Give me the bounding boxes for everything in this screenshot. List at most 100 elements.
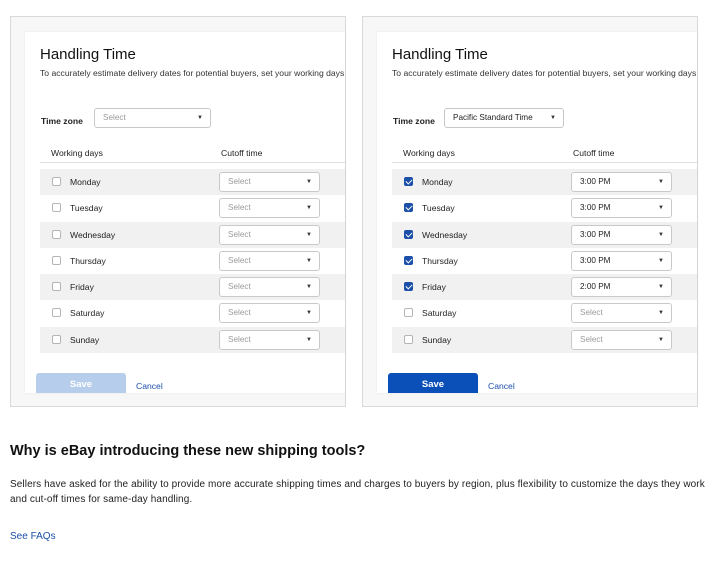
day-label: Saturday xyxy=(70,308,105,319)
handling-time-card: Handling Time To accurately estimate del… xyxy=(377,32,697,393)
day-row: Tuesday 3:00 PM ▼ xyxy=(392,195,697,221)
day-row: Sunday Select ▼ xyxy=(392,326,697,354)
day-label: Tuesday xyxy=(70,203,103,214)
caret-down-icon: ▼ xyxy=(306,205,312,212)
caret-down-icon: ▼ xyxy=(658,257,664,264)
see-faqs-link[interactable]: See FAQs xyxy=(10,531,56,542)
day-label: Monday xyxy=(70,177,101,187)
cutoff-select-value: Select xyxy=(228,255,251,265)
caret-down-icon: ▼ xyxy=(306,231,312,238)
save-button[interactable]: Save xyxy=(388,373,478,393)
cutoff-select[interactable]: Select ▼ xyxy=(219,329,320,350)
cutoff-select-value: Select xyxy=(580,308,603,318)
cutoff-select-value: Select xyxy=(580,334,603,344)
day-label: Thursday xyxy=(422,255,458,266)
cutoff-select[interactable]: Select ▼ xyxy=(219,224,320,245)
day-row: Thursday 3:00 PM ▼ xyxy=(392,248,697,274)
day-row: Saturday Select ▼ xyxy=(392,300,697,326)
caret-down-icon: ▼ xyxy=(197,115,203,121)
caret-down-icon: ▼ xyxy=(658,179,664,185)
day-checkbox[interactable] xyxy=(52,229,61,239)
day-checkbox[interactable] xyxy=(52,308,61,318)
card-description: To accurately estimate delivery dates fo… xyxy=(392,68,697,78)
cutoff-select-value: Select xyxy=(228,203,251,213)
handling-time-screenshot-filled: Handling Time To accurately estimate del… xyxy=(362,16,698,407)
day-row: Tuesday Select ▼ xyxy=(40,195,345,221)
cutoff-select-value: Select xyxy=(228,308,251,318)
caret-down-icon: ▼ xyxy=(306,336,312,343)
day-row: Wednesday Select ▼ xyxy=(40,221,345,248)
day-checkbox-checked[interactable] xyxy=(404,177,413,186)
day-checkbox-checked[interactable] xyxy=(404,282,413,292)
card-title: Handling Time xyxy=(392,46,488,63)
cutoff-select-value: Select xyxy=(228,282,251,292)
day-checkbox[interactable] xyxy=(52,282,61,292)
cutoff-select[interactable]: Select ▼ xyxy=(219,172,320,192)
timezone-select[interactable]: Pacific Standard Time ▼ xyxy=(444,108,564,128)
cutoff-time-header: Cutoff time xyxy=(573,148,615,158)
cutoff-select[interactable]: Select ▼ xyxy=(571,303,672,324)
timezone-select[interactable]: Select ▼ xyxy=(94,108,211,128)
card-description: To accurately estimate delivery dates fo… xyxy=(40,68,345,78)
cutoff-select[interactable]: 3:00 PM ▼ xyxy=(571,198,672,219)
card-title: Handling Time xyxy=(40,46,136,63)
caret-down-icon: ▼ xyxy=(306,179,312,185)
cutoff-select[interactable]: Select ▼ xyxy=(571,329,672,350)
working-days-list: Monday 3:00 PM ▼ Tuesday 3:00 PM ▼ Wednesd… xyxy=(392,169,697,354)
timezone-label: Time zone xyxy=(41,116,83,126)
day-row: Sunday Select ▼ xyxy=(40,326,345,354)
day-label: Sunday xyxy=(422,334,452,345)
day-label: Friday xyxy=(422,282,446,293)
cutoff-select-value: 3:00 PM xyxy=(580,255,611,265)
cutoff-select-value: Select xyxy=(228,334,251,344)
caret-down-icon: ▼ xyxy=(658,205,664,212)
day-checkbox[interactable] xyxy=(52,177,61,186)
day-checkbox-checked[interactable] xyxy=(404,229,413,239)
cutoff-select[interactable]: 3:00 PM ▼ xyxy=(571,224,672,245)
day-label: Wednesday xyxy=(70,229,116,240)
cancel-link[interactable]: Cancel xyxy=(136,381,163,391)
day-label: Thursday xyxy=(70,255,106,266)
day-row: Monday 3:00 PM ▼ xyxy=(392,169,697,196)
cutoff-select[interactable]: 2:00 PM ▼ xyxy=(571,277,672,298)
caret-down-icon: ▼ xyxy=(658,284,664,291)
caret-down-icon: ▼ xyxy=(306,310,312,317)
timezone-label: Time zone xyxy=(393,116,435,126)
header-divider xyxy=(392,162,697,163)
timezone-select-value: Select xyxy=(103,113,126,122)
day-checkbox[interactable] xyxy=(404,334,413,344)
caret-down-icon: ▼ xyxy=(658,336,664,343)
cutoff-select[interactable]: 3:00 PM ▼ xyxy=(571,250,672,271)
day-checkbox[interactable] xyxy=(52,334,61,344)
day-label: Saturday xyxy=(422,308,457,319)
section-heading: Why is eBay introducing these new shippi… xyxy=(10,443,366,459)
handling-time-screenshot-empty: Handling Time To accurately estimate del… xyxy=(10,16,346,407)
cutoff-select[interactable]: Select ▼ xyxy=(219,277,320,298)
day-label: Tuesday xyxy=(422,203,455,214)
cancel-link[interactable]: Cancel xyxy=(488,381,515,391)
working-days-header: Working days xyxy=(403,148,455,158)
cutoff-select-value: 2:00 PM xyxy=(580,282,611,292)
cutoff-select[interactable]: Select ▼ xyxy=(219,250,320,271)
section-body: Sellers have asked for the ability to pr… xyxy=(10,479,705,505)
save-button[interactable]: Save xyxy=(36,373,126,393)
cutoff-select-value: 3:00 PM xyxy=(580,229,611,239)
header-divider xyxy=(40,162,345,163)
day-checkbox-checked[interactable] xyxy=(404,203,413,213)
cutoff-select-value: 3:00 PM xyxy=(580,203,611,213)
cutoff-select[interactable]: 3:00 PM ▼ xyxy=(571,172,672,192)
caret-down-icon: ▼ xyxy=(550,115,556,121)
cutoff-select[interactable]: Select ▼ xyxy=(219,303,320,324)
day-checkbox[interactable] xyxy=(404,308,413,318)
cutoff-select[interactable]: Select ▼ xyxy=(219,198,320,219)
day-label: Wednesday xyxy=(422,229,468,240)
day-checkbox[interactable] xyxy=(52,255,61,265)
day-label: Friday xyxy=(70,282,94,293)
day-row: Monday Select ▼ xyxy=(40,169,345,196)
day-checkbox[interactable] xyxy=(52,203,61,213)
day-row: Friday Select ▼ xyxy=(40,274,345,301)
day-row: Friday 2:00 PM ▼ xyxy=(392,274,697,301)
caret-down-icon: ▼ xyxy=(306,284,312,291)
working-days-header: Working days xyxy=(51,148,103,158)
day-checkbox-checked[interactable] xyxy=(404,255,413,265)
